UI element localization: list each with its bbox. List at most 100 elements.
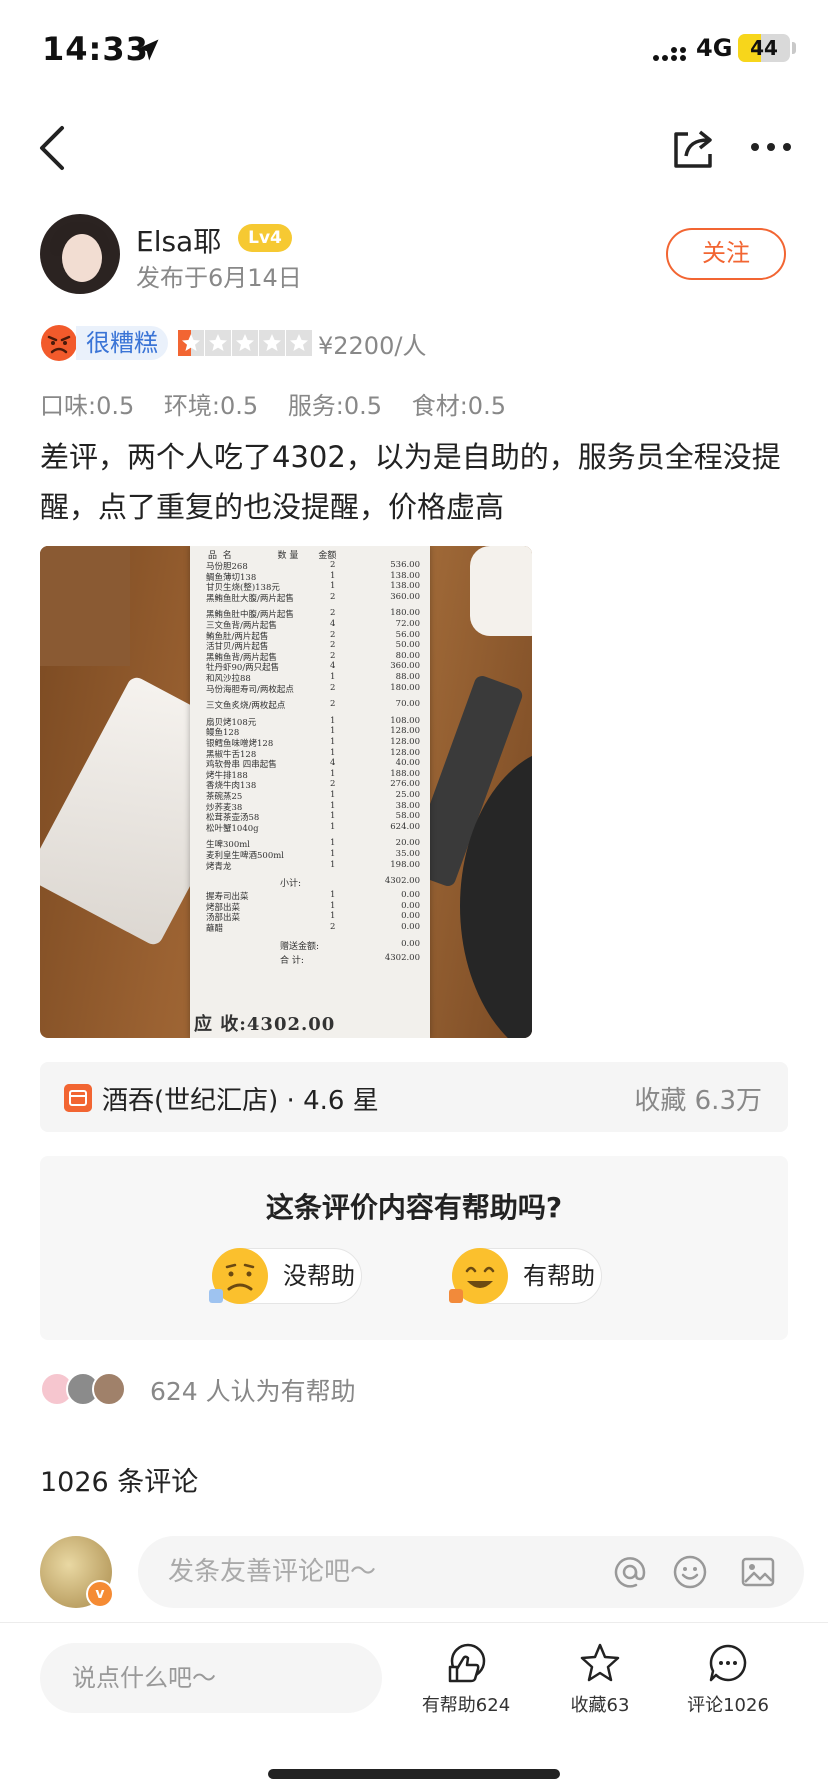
helpful-button[interactable]: 有帮助 — [449, 1248, 602, 1304]
receipt-item-amount: 180.00 — [390, 608, 420, 619]
receipt-item-qty: 1 — [330, 859, 336, 870]
receipt-item-qty: 2 — [330, 591, 336, 602]
follow-button[interactable]: 关注 — [666, 228, 786, 280]
shop-card[interactable]: 酒吞(世纪汇店) · 4.6 星 收藏 6.3万 — [40, 1062, 788, 1132]
receipt-item-qty: 2 — [330, 640, 336, 651]
helpful-card: 这条评价内容有帮助吗? 没帮助 有帮助 — [40, 1156, 788, 1340]
shop-name: 酒吞(世纪汇店) · 4.6 星 — [102, 1086, 379, 1116]
receipt-item-name: 三文鱼炙烧/两枚起点 — [206, 701, 286, 712]
receipt-item-qty: 2 — [330, 699, 336, 710]
price-per-person: ¥2200/人 — [318, 332, 427, 360]
more-icon[interactable] — [748, 130, 794, 164]
back-icon[interactable] — [30, 122, 74, 174]
receipt-item-amount: 360.00 — [390, 661, 420, 672]
post-date: 发布于6月14日 — [136, 264, 302, 292]
receipt-item-qty: 1 — [330, 900, 336, 911]
comment-icon — [709, 1644, 747, 1682]
receipt-item-qty: 1 — [330, 790, 336, 800]
receipt-item-amount: 0.00 — [401, 900, 420, 911]
receipt-item-amount: 128.00 — [390, 726, 420, 737]
home-indicator — [268, 1769, 560, 1779]
receipt-item-amount: 40.00 — [395, 758, 420, 769]
receipt-photo[interactable]: 品 名 数 量 金额 应 收:4302.00 马份胆268 2 536.00 鲷鱼薄切… — [40, 546, 532, 1038]
receipt-item-amount: 138.00 — [390, 570, 420, 581]
comment-action[interactable]: 评论1026 — [668, 1641, 788, 1717]
receipt-item-amount: 72.00 — [395, 619, 420, 629]
receipt-item-amount: 138.00 — [390, 581, 420, 592]
status-bar: 14:33 4G 44 — [0, 0, 828, 100]
favorite-action[interactable]: 收藏63 — [540, 1641, 660, 1717]
at-icon[interactable] — [612, 1554, 648, 1590]
receipt-item-qty: 1 — [330, 726, 336, 737]
level-badge: Lv4 — [238, 224, 292, 252]
receipt-item-name: 马份海胆寿司/两枚起点 — [206, 684, 294, 695]
helpful-action[interactable]: 有帮助624 — [406, 1641, 526, 1717]
receipt-item-amount: 25.00 — [395, 790, 420, 800]
avatar-face — [62, 234, 102, 282]
receipt-paper: 品 名 数 量 金额 应 收:4302.00 马份胆268 2 536.00 鲷鱼薄切… — [190, 546, 430, 1038]
photo-box — [40, 546, 130, 666]
receipt-item-qty: 1 — [330, 890, 336, 901]
helper-avatar — [92, 1372, 126, 1406]
receipt-item-qty: 1 — [330, 768, 336, 779]
receipt-gift-label: 赠送金额: — [280, 941, 320, 952]
receipt-item-name: 蘸醋 — [206, 924, 224, 934]
bottom-bar: 有帮助624 收藏63 评论1026 — [0, 1622, 828, 1792]
comment-action-label: 评论1026 — [687, 1695, 769, 1716]
star-icon — [286, 330, 312, 356]
receipt-item-amount: 536.00 — [390, 560, 420, 570]
frown-face-icon — [209, 1248, 268, 1304]
not-helpful-button[interactable]: 没帮助 — [209, 1248, 362, 1304]
receipt-item-amount: 35.00 — [395, 849, 420, 859]
receipt-item-qty: 2 — [330, 779, 336, 790]
battery-indicator: 44 — [738, 34, 790, 62]
emoji-icon[interactable] — [672, 1554, 708, 1590]
receipt-total-label: 合 计: — [280, 955, 304, 966]
receipt-item-amount: 624.00 — [390, 821, 420, 832]
receipt-item-qty: 4 — [330, 758, 336, 769]
receipt-item-amount: 80.00 — [395, 650, 420, 661]
receipt-item-amount: 276.00 — [390, 779, 420, 790]
author-name[interactable]: Elsa耶 — [136, 220, 221, 260]
receipt-item-amount: 198.00 — [390, 859, 420, 870]
receipt-item-name: 烤青龙 — [206, 861, 232, 872]
say-something-input[interactable] — [40, 1643, 382, 1713]
receipt-item-qty: 1 — [330, 838, 336, 849]
happy-face-icon — [449, 1248, 508, 1304]
receipt-item-qty: 1 — [330, 581, 336, 592]
thumbs-up-icon — [448, 1643, 486, 1683]
not-helpful-label: 没帮助 — [283, 1262, 355, 1290]
author-avatar[interactable] — [40, 214, 120, 294]
receipt-item-qty: 1 — [330, 672, 336, 682]
receipt-item-name: 黑鲔鱼肚大腹/两片起售 — [206, 593, 294, 604]
star-icon — [259, 330, 285, 356]
receipt-item-amount: 70.00 — [395, 699, 420, 710]
shop-favorites: 收藏 6.3万 — [634, 1086, 762, 1116]
helper-avatars — [40, 1372, 140, 1406]
helpful-action-label: 有帮助624 — [421, 1695, 511, 1716]
receipt-item-qty: 1 — [330, 737, 336, 747]
review-text: 差评，两个人吃了4302，以为是自助的，服务员全程没提醒，点了重复的也没提醒，价… — [40, 440, 781, 524]
receipt-item-qty: 2 — [330, 650, 336, 661]
network-type: 4G — [696, 34, 733, 62]
photo-tissue — [470, 546, 532, 636]
score-environment: 环境:0.5 — [163, 392, 259, 420]
helpful-question: 这条评价内容有帮助吗? — [265, 1191, 563, 1224]
receipt-item-qty: 1 — [330, 911, 336, 922]
sub-scores: 口味:0.5 环境:0.5 服务:0.5 食材:0.5 — [40, 386, 528, 421]
receipt-item-qty: 4 — [330, 619, 336, 629]
star-icon — [178, 330, 204, 356]
comment-count: 1026 条评论 — [40, 1467, 199, 1498]
receipt-subtotal-label: 小计: — [280, 879, 302, 890]
receipt-item-amount: 88.00 — [395, 672, 420, 682]
receipt-item-amount: 180.00 — [390, 682, 420, 693]
receipt-due: 应 收:4302.00 — [194, 1014, 336, 1035]
helpful-label: 有帮助 — [523, 1262, 595, 1290]
receipt-subtotal-value: 4302.00 — [384, 876, 420, 887]
image-icon[interactable] — [740, 1554, 776, 1590]
receipt-item-amount: 0.00 — [401, 911, 420, 922]
vip-badge: v — [86, 1580, 114, 1608]
share-icon[interactable] — [670, 124, 718, 172]
angry-face-icon — [41, 325, 77, 361]
receipt-item-amount: 128.00 — [390, 747, 420, 758]
